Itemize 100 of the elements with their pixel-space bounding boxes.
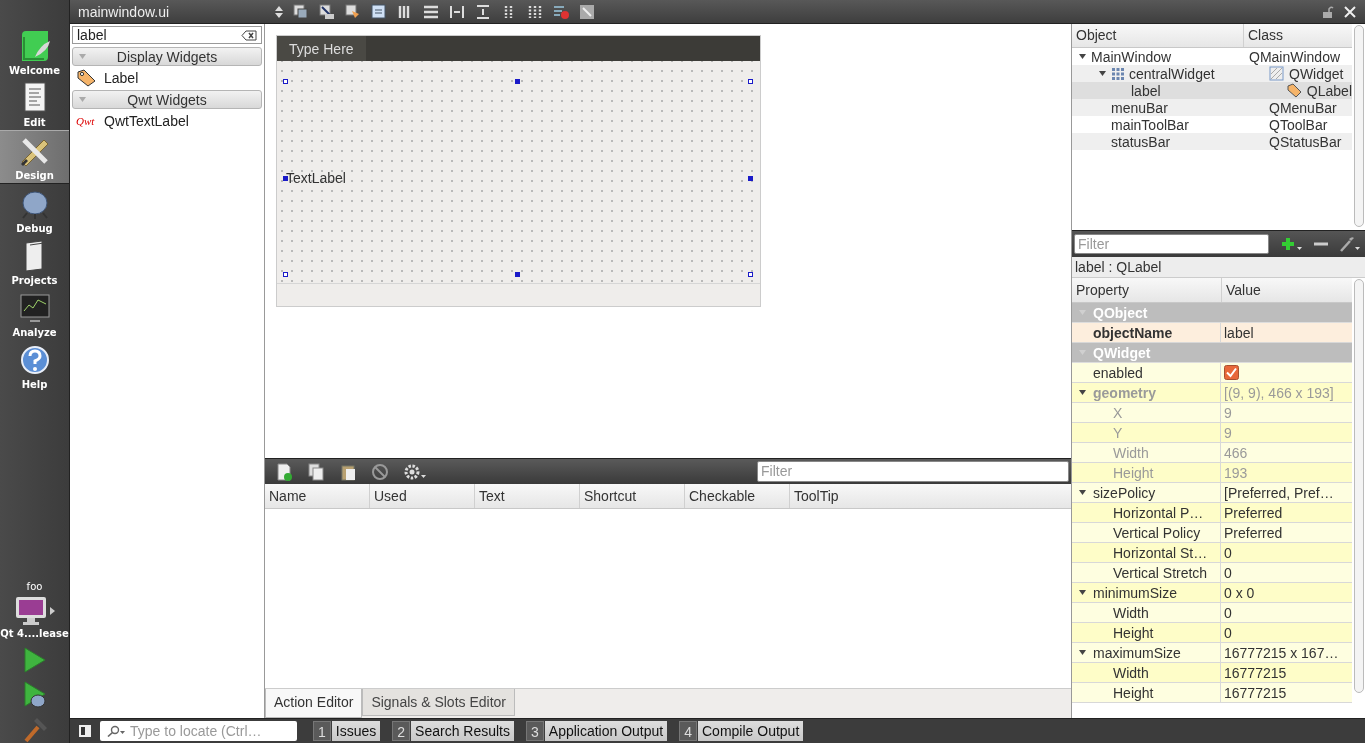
- window-arrow-icon[interactable]: [318, 2, 336, 21]
- new-document-icon[interactable]: [275, 462, 293, 481]
- up-down-arrows-icon[interactable]: [274, 4, 284, 19]
- property-value[interactable]: 16777215: [1224, 664, 1287, 681]
- property-value[interactable]: label: [1224, 324, 1254, 341]
- property-row[interactable]: Vertical Policy Preferred: [1072, 523, 1352, 543]
- mode-button[interactable]: Analyze: [0, 288, 69, 340]
- mode-button[interactable]: Design: [0, 130, 69, 184]
- expand-arrow-icon[interactable]: [1078, 588, 1087, 597]
- text-label[interactable]: TextLabel: [286, 170, 346, 186]
- property-row[interactable]: Horizontal P… Preferred: [1072, 503, 1352, 523]
- output-pane-button[interactable]: 4 Compile Output: [679, 721, 804, 741]
- property-value[interactable]: 16777215 x 167…: [1224, 644, 1339, 661]
- mode-button[interactable]: Debug: [0, 184, 69, 236]
- search-field[interactable]: label: [72, 26, 262, 44]
- expand-arrow-icon[interactable]: [1098, 69, 1107, 78]
- property-row[interactable]: sizePolicy [Preferred, Pref…: [1072, 483, 1352, 503]
- selection-handle[interactable]: [748, 272, 753, 277]
- property-name: geometry: [1093, 384, 1157, 401]
- mode-button[interactable]: Help: [0, 340, 69, 392]
- monitor-icon[interactable]: [14, 596, 47, 626]
- widget-item[interactable]: Qwt QwtTextLabel: [72, 110, 262, 132]
- selection-handle[interactable]: [748, 79, 753, 84]
- gear-icon[interactable]: [403, 462, 427, 481]
- clear-icon[interactable]: [241, 29, 257, 41]
- property-row[interactable]: Vertical Stretch 0: [1072, 563, 1352, 583]
- tree-row[interactable]: mainToolBar QToolBar: [1072, 116, 1352, 133]
- output-pane-button[interactable]: 3 Application Output: [526, 721, 668, 741]
- selection-handle[interactable]: [283, 79, 288, 84]
- checkbox[interactable]: [1224, 365, 1239, 380]
- resize-icon[interactable]: [578, 2, 596, 21]
- property-row[interactable]: maximumSize 16777215 x 167…: [1072, 643, 1352, 663]
- property-value[interactable]: 0: [1224, 544, 1232, 561]
- property-value[interactable]: 0: [1224, 624, 1232, 641]
- selection-handle[interactable]: [515, 79, 520, 84]
- property-row[interactable]: Height 0: [1072, 623, 1352, 643]
- tab[interactable]: Action Editor: [265, 689, 363, 718]
- tree-row[interactable]: centralWidget QWidget: [1072, 65, 1352, 82]
- property-row[interactable]: Height 16777215: [1072, 683, 1352, 703]
- debug-run-icon[interactable]: [22, 681, 47, 709]
- expand-arrow-icon[interactable]: [1078, 52, 1087, 61]
- file-name[interactable]: mainwindow.ui: [78, 3, 274, 20]
- column-header[interactable]: Object: [1072, 24, 1244, 47]
- tree-row[interactable]: MainWindow QMainWindow: [1072, 48, 1352, 65]
- output-pane-button[interactable]: 1 Issues: [313, 721, 381, 741]
- copy-icon[interactable]: [307, 462, 325, 481]
- tree-row[interactable]: label QLabel: [1072, 82, 1352, 99]
- sidebar-toggle-icon[interactable]: [78, 724, 92, 738]
- mode-button[interactable]: Welcome: [0, 26, 69, 78]
- tab[interactable]: Signals & Slots Editor: [362, 689, 515, 716]
- output-pane-button[interactable]: 2 Search Results: [392, 721, 514, 741]
- column-header[interactable]: Used: [370, 484, 475, 508]
- selection-handle[interactable]: [748, 176, 753, 181]
- vertical-split-icon[interactable]: [474, 2, 492, 21]
- close-icon[interactable]: [1343, 4, 1357, 19]
- property-row[interactable]: Width 16777215: [1072, 663, 1352, 683]
- column-header[interactable]: Name: [265, 484, 370, 508]
- property-value[interactable]: 0: [1224, 564, 1232, 581]
- tree-row[interactable]: statusBar QStatusBar: [1072, 133, 1352, 150]
- expand-arrow-icon[interactable]: [1078, 488, 1087, 497]
- mode-button[interactable]: Edit: [0, 78, 69, 130]
- column-header[interactable]: Value: [1222, 278, 1261, 302]
- column-header[interactable]: Checkable: [685, 484, 790, 508]
- run-icon[interactable]: [22, 647, 47, 673]
- category-header[interactable]: Qwt Widgets: [72, 90, 262, 109]
- plus-icon[interactable]: [1281, 236, 1303, 252]
- selection-handle[interactable]: [515, 272, 520, 277]
- column-header[interactable]: Text: [475, 484, 580, 508]
- property-row[interactable]: objectName label: [1072, 323, 1352, 343]
- property-row[interactable]: minimumSize 0 x 0: [1072, 583, 1352, 603]
- property-value[interactable]: 0 x 0: [1224, 584, 1255, 601]
- widget-item[interactable]: Label: [72, 67, 262, 89]
- forbidden-icon[interactable]: [371, 462, 389, 481]
- scrollbar[interactable]: [1354, 25, 1364, 227]
- selection-handle[interactable]: [283, 272, 288, 277]
- column-header[interactable]: Property: [1072, 278, 1222, 302]
- category-header[interactable]: Display Widgets: [72, 47, 262, 66]
- selection-handle[interactable]: [283, 176, 288, 181]
- paste-icon[interactable]: [339, 462, 357, 481]
- property-value[interactable]: [Preferred, Pref…: [1224, 484, 1334, 501]
- property-row[interactable]: enabled: [1072, 363, 1352, 383]
- expand-arrow-icon[interactable]: [1078, 648, 1087, 657]
- property-value[interactable]: 0: [1224, 604, 1232, 621]
- column-header[interactable]: Class: [1244, 24, 1283, 47]
- mode-button[interactable]: Projects: [0, 236, 69, 288]
- scrollbar[interactable]: [1354, 279, 1364, 693]
- unlock-icon[interactable]: [1321, 4, 1335, 19]
- tag-icon[interactable]: [344, 2, 362, 21]
- menu-placeholder[interactable]: Type Here: [277, 36, 366, 61]
- wrench-icon[interactable]: [1339, 236, 1361, 252]
- property-value[interactable]: Preferred: [1224, 504, 1283, 521]
- column-header[interactable]: ToolTip: [790, 484, 894, 508]
- property-row[interactable]: Width 0: [1072, 603, 1352, 623]
- number-box-icon[interactable]: [370, 2, 388, 21]
- property-row[interactable]: Horizontal St… 0: [1072, 543, 1352, 563]
- tree-row[interactable]: menuBar QMenuBar: [1072, 99, 1352, 116]
- property-value[interactable]: Preferred: [1224, 524, 1283, 541]
- column-header[interactable]: Shortcut: [580, 484, 685, 508]
- property-value[interactable]: 16777215: [1224, 684, 1287, 701]
- window-icon[interactable]: [292, 2, 310, 21]
